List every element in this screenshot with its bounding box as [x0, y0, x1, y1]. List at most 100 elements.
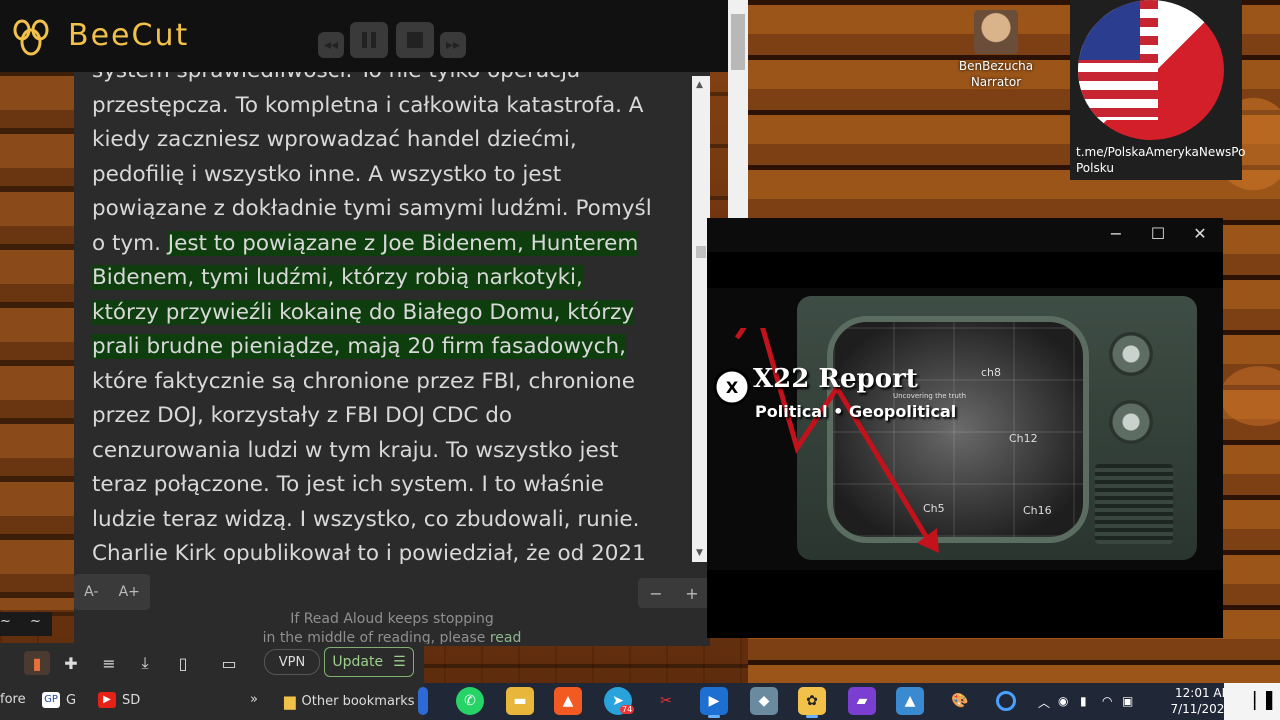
x22-logo-icon: X [713, 368, 751, 406]
bookmark-item[interactable]: ▶ SD [98, 692, 140, 708]
reader-scroll-thumb[interactable] [696, 246, 706, 258]
tv-knob-icon [1109, 332, 1153, 376]
tv-speaker-grill [1095, 464, 1173, 544]
desktop-wallpaper-left [0, 70, 75, 610]
menu-icon: ☰ [393, 654, 406, 670]
page-scroll-thumb[interactable] [731, 14, 745, 70]
minimize-button[interactable]: − [1101, 224, 1131, 243]
reader-line: pedofilię i wszystko inne. A wszystko to… [92, 161, 562, 187]
gp-badge-icon: GP [42, 692, 60, 708]
reader-line: teraz połączone. To jest ich system. I t… [92, 472, 604, 497]
cortana-icon[interactable] [992, 687, 1020, 715]
whatsapp-icon[interactable]: ✆ [456, 687, 484, 715]
reader-line: o tym. Jest to powiązane z Joe Bidenem, … [92, 230, 639, 256]
paint-icon[interactable]: 🎨 [946, 687, 974, 715]
beecut-taskbar-icon[interactable]: ✿ [798, 687, 826, 718]
video-frame[interactable]: ch8 Ch12 Ch5 Ch16 X X22 Report Uncoverin… [707, 288, 1223, 570]
channel-label: ch8 [981, 366, 1002, 379]
wallet-icon[interactable]: ▭ [216, 651, 242, 675]
reader-line: kiedy zaczniesz wprowadzać handel dziećm… [92, 127, 577, 152]
bookmark-item[interactable]: GP G [42, 692, 76, 708]
beecut-logo-icon [13, 19, 49, 56]
bookmarks-overflow-button[interactable]: » [250, 692, 258, 707]
read-aloud-extension-icon[interactable]: ▮ [24, 651, 50, 675]
x22-report-subtitle: Political • Geopolitical [755, 402, 957, 421]
update-label: Update [332, 654, 384, 670]
editor-app-icon[interactable]: ✂ [652, 687, 680, 715]
read-aloud-panel: system sprawiedliwości. To nie tylko ope… [74, 72, 710, 566]
brave-browser-icon[interactable]: ▲ [554, 687, 582, 715]
stop-icon [407, 32, 423, 48]
highlighted-text: Bidenem, tymi ludźmi, którzy robią narko… [92, 265, 583, 290]
reader-line: ludzie teraz widzą. I wszystko, co zbudo… [92, 506, 640, 532]
microphone-icon[interactable]: ▮ [1080, 694, 1087, 708]
scroll-down-arrow-icon[interactable]: ▼ [696, 548, 703, 558]
media-player-icon[interactable]: ▶ [700, 687, 728, 718]
taskbar-app-icon[interactable] [418, 687, 428, 715]
reader-line: prali brudne pieniądze, mają 20 firm fas… [92, 330, 677, 365]
x22-tagline: Uncovering the truth [893, 392, 967, 400]
other-bookmarks-folder[interactable]: ▆ Other bookmarks [284, 692, 415, 710]
notice-line-2: in the middle of reading, please [262, 630, 490, 644]
file-explorer-icon[interactable]: ▬ [506, 687, 534, 715]
page-scrollbar[interactable] [728, 0, 748, 218]
network-icon[interactable]: ▣ [1122, 694, 1133, 708]
reader-line: Bidenem, tymi ludźmi, którzy robią narko… [92, 261, 677, 296]
wave-icon[interactable]: ~ [0, 614, 11, 629]
bookmarks-bar: fore GP G ▶ SD » ▆ Other bookmarks [0, 683, 424, 720]
tray-app-icon[interactable]: ◉ [1058, 694, 1068, 708]
zoom-controls: − + [638, 578, 710, 608]
fast-forward-button[interactable]: ▸▸ [440, 32, 466, 58]
stop-button[interactable] [396, 22, 434, 58]
vpn-label: VPN [278, 654, 306, 670]
reader-line: Charlie Kirk opublikował to i powiedział… [92, 541, 646, 564]
pause-button[interactable] [350, 22, 388, 58]
font-increase-button[interactable]: A+ [119, 584, 140, 600]
channel-label: Ch16 [1023, 504, 1052, 517]
app-icon[interactable]: ◆ [750, 687, 778, 715]
bookmark-item[interactable]: fore [0, 692, 26, 707]
flag-label-2: Polsku [1076, 161, 1114, 175]
channel-label: Ch12 [1009, 432, 1038, 445]
extensions-puzzle-icon[interactable]: ✚ [58, 651, 84, 675]
svg-text:X: X [726, 378, 739, 397]
desktop-icon-narrator[interactable]: BenBezucha Narrator [956, 10, 1036, 90]
read-aloud-notice: If Read Aloud keeps stopping in the midd… [250, 610, 534, 644]
reader-line: którzy przywieźli kokainę do Białego Dom… [92, 296, 677, 331]
photos-icon[interactable]: ▲ [896, 687, 924, 715]
pause-icon [362, 32, 376, 48]
side-mini-bar: ~ ~ [0, 612, 52, 636]
zoom-in-button[interactable]: + [685, 584, 698, 603]
download-icon[interactable]: ⤓ [132, 651, 158, 675]
tray-expand-icon[interactable]: ︿ [1038, 694, 1050, 711]
font-decrease-button[interactable]: A- [84, 584, 98, 600]
video-titlebar: − ☐ ✕ [707, 218, 1223, 252]
media-playlist-icon[interactable]: ≡ [96, 651, 122, 675]
reader-line: przestępcza. To kompletna i całkowita ka… [92, 92, 644, 118]
rewind-button[interactable]: ◂◂ [318, 32, 344, 58]
wifi-icon[interactable]: ◠ [1102, 694, 1112, 708]
update-button[interactable]: Update ☰ [324, 647, 414, 677]
zoom-out-button[interactable]: − [649, 584, 662, 603]
read-aloud-text: system sprawiedliwości. To nie tylko ope… [92, 72, 677, 564]
x22-report-title: X22 Report [753, 364, 918, 394]
cursor-icon: ▏▌ [1254, 691, 1279, 710]
tv-knob-icon [1109, 400, 1153, 444]
close-button[interactable]: ✕ [1185, 224, 1215, 243]
wave-icon[interactable]: ~ [30, 614, 41, 629]
narrator-label-2: Narrator [970, 75, 1022, 89]
sidebar-toggle-icon[interactable]: ▯ [170, 651, 196, 675]
system-clock[interactable]: 12:01 AM 7/11/2023 [1166, 685, 1232, 717]
maximize-button[interactable]: ☐ [1143, 224, 1173, 243]
notice-read-link[interactable]: read [490, 630, 522, 644]
desktop-icon-telegram-link[interactable]: t.me/PolskaAmerykaNewsPo Polsku [1070, 0, 1246, 180]
scroll-up-arrow-icon[interactable]: ▲ [696, 80, 703, 90]
reader-line: cenzurowania ludzi w tym kraju. To wszys… [92, 437, 619, 463]
clipchamp-icon[interactable]: ▰ [848, 687, 876, 715]
highlighted-text: Jest to powiązane z Joe Bidenem, Huntere… [167, 230, 639, 256]
flag-label-1: t.me/PolskaAmerykaNewsPo [1076, 145, 1246, 159]
vpn-button[interactable]: VPN [264, 649, 320, 675]
notice-line-1: If Read Aloud keeps stopping [290, 611, 494, 627]
show-desktop-area[interactable]: ▏▌ [1224, 683, 1280, 720]
beecut-title: BeeCut [68, 18, 190, 53]
